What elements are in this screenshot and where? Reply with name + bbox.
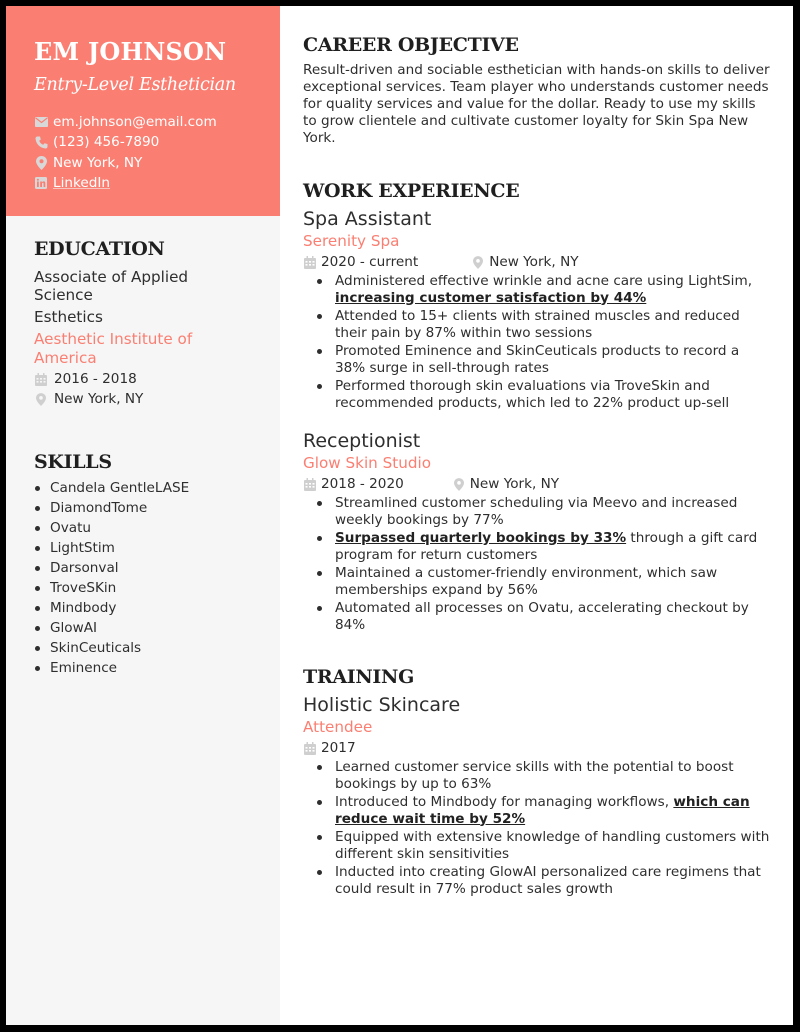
training-role: Attendee bbox=[303, 718, 373, 736]
job-company: Serenity Spa bbox=[303, 232, 400, 250]
contact-phone: (123) 456-7890 bbox=[34, 132, 280, 152]
education-heading: EDUCATION bbox=[34, 238, 165, 260]
education-school: Aesthetic Institute of America bbox=[34, 330, 193, 367]
objective-text: Result-driven and sociable esthetician w… bbox=[303, 62, 770, 146]
job-dates: 2018 - 2020 bbox=[303, 474, 404, 494]
bullet-item: Performed thorough skin evaluations via … bbox=[303, 378, 773, 411]
training-dates-text: 2017 bbox=[321, 740, 356, 756]
location-pin-icon bbox=[452, 477, 466, 491]
location-text: New York, NY bbox=[53, 154, 143, 171]
education-location: New York, NY bbox=[34, 389, 280, 409]
skill-item: DiamondTome bbox=[34, 498, 280, 518]
highlighted-achievement: which can reduce wait time by 52% bbox=[335, 794, 750, 827]
skill-item: SkinCeuticals bbox=[34, 638, 280, 658]
objective-heading: CAREER OBJECTIVE bbox=[303, 34, 519, 56]
calendar-icon bbox=[303, 477, 317, 491]
calendar-icon bbox=[34, 372, 48, 386]
phone-text: (123) 456-7890 bbox=[53, 134, 160, 151]
skill-item: Mindbody bbox=[34, 598, 280, 618]
bullet-item: Introduced to Mindbody for managing work… bbox=[303, 794, 773, 827]
calendar-icon bbox=[303, 741, 317, 755]
job-location: New York, NY bbox=[471, 252, 579, 272]
bullet-item: Equipped with extensive knowledge of han… bbox=[303, 829, 773, 862]
work-experience-heading: WORK EXPERIENCE bbox=[303, 180, 520, 202]
education-dates-text: 2016 - 2018 bbox=[54, 371, 137, 387]
job-title: Receptionist bbox=[303, 430, 421, 452]
skills-heading: SKILLS bbox=[34, 451, 112, 473]
training-title: Holistic Skincare bbox=[303, 694, 461, 716]
linkedin-link[interactable]: LinkedIn bbox=[53, 173, 110, 193]
job-entry: Receptionist Glow Skin Studio 2018 - 202… bbox=[303, 429, 793, 633]
job-meta: 2020 - current New York, NY bbox=[303, 252, 793, 272]
job-bullets: Administered effective wrinkle and acne … bbox=[303, 273, 793, 411]
bullet-item: Inducted into creating GlowAI personaliz… bbox=[303, 864, 773, 897]
job-entry: Spa Assistant Serenity Spa 2020 - curren… bbox=[303, 207, 793, 411]
job-dates: 2020 - current bbox=[303, 252, 418, 272]
linkedin-icon bbox=[34, 176, 48, 190]
job-bullets: Streamlined customer scheduling via Meev… bbox=[303, 495, 793, 633]
bullet-item: Administered effective wrinkle and acne … bbox=[303, 273, 773, 306]
bullet-item: Promoted Eminence and SkinCeuticals prod… bbox=[303, 343, 773, 376]
job-meta: 2018 - 2020 New York, NY bbox=[303, 474, 793, 494]
bullet-item: Attended to 15+ clients with strained mu… bbox=[303, 308, 773, 341]
highlighted-achievement: increasing customer satisfaction by 44% bbox=[335, 289, 647, 306]
job-location-text: New York, NY bbox=[469, 476, 560, 492]
contact-email: em.johnson@email.com bbox=[34, 112, 280, 132]
training-dates: 2017 bbox=[303, 738, 356, 758]
skill-item: Candela GentleLASE bbox=[34, 478, 280, 498]
job-location: New York, NY bbox=[452, 474, 559, 494]
education-degree: Associate of Applied Science bbox=[34, 268, 189, 304]
location-pin-icon bbox=[34, 155, 48, 170]
training-entry: Holistic Skincare Attendee 2017 Learned … bbox=[303, 693, 793, 897]
contact-location: New York, NY bbox=[34, 153, 280, 173]
job-dates-text: 2018 - 2020 bbox=[321, 476, 404, 492]
location-pin-icon bbox=[471, 255, 485, 269]
job-location-text: New York, NY bbox=[489, 254, 579, 270]
sidebar-body: EDUCATION Associate of Applied Science E… bbox=[6, 216, 280, 678]
header: EM JOHNSON Entry-Level Esthetician em.jo… bbox=[6, 6, 280, 216]
job-title: Spa Assistant bbox=[303, 208, 432, 230]
skill-item: TroveSKin bbox=[34, 578, 280, 598]
skill-item: Darsonval bbox=[34, 558, 280, 578]
skill-item: Ovatu bbox=[34, 518, 280, 538]
resume-page: EM JOHNSON Entry-Level Esthetician em.jo… bbox=[6, 6, 793, 1025]
highlighted-achievement: Surpassed quarterly bookings by 33% bbox=[335, 530, 627, 546]
email-text: em.johnson@email.com bbox=[53, 114, 217, 130]
candidate-title: Entry-Level Esthetician bbox=[34, 75, 236, 95]
education-field: Esthetics bbox=[34, 308, 103, 326]
bullet-item: Maintained a customer-friendly environme… bbox=[303, 565, 773, 598]
contact-list: em.johnson@email.com (123) 456-7890 New … bbox=[34, 112, 280, 193]
contact-linkedin[interactable]: LinkedIn bbox=[34, 173, 280, 193]
skill-item: GlowAI bbox=[34, 618, 280, 638]
skills-list: Candela GentleLASE DiamondTome Ovatu Lig… bbox=[34, 478, 280, 678]
job-company: Glow Skin Studio bbox=[303, 454, 432, 472]
sidebar: EM JOHNSON Entry-Level Esthetician em.jo… bbox=[6, 6, 280, 1025]
location-pin-icon bbox=[34, 392, 48, 406]
main-content: CAREER OBJECTIVE Result-driven and socia… bbox=[280, 6, 793, 1025]
job-dates-text: 2020 - current bbox=[321, 254, 419, 270]
phone-icon bbox=[34, 135, 48, 149]
bullet-item: Surpassed quarterly bookings by 33% thro… bbox=[303, 530, 773, 563]
bullet-item: Streamlined customer scheduling via Meev… bbox=[303, 495, 773, 528]
training-bullets: Learned customer service skills with the… bbox=[303, 759, 793, 897]
bullet-item: Automated all processes on Ovatu, accele… bbox=[303, 600, 773, 633]
education-dates: 2016 - 2018 bbox=[34, 369, 280, 389]
envelope-icon bbox=[34, 115, 48, 129]
calendar-icon bbox=[303, 255, 317, 269]
bullet-item: Learned customer service skills with the… bbox=[303, 759, 773, 792]
skill-item: LightStim bbox=[34, 538, 280, 558]
education-location-text: New York, NY bbox=[54, 391, 144, 407]
skill-item: Eminence bbox=[34, 658, 280, 678]
training-meta: 2017 bbox=[303, 738, 793, 758]
training-heading: TRAINING bbox=[303, 666, 415, 688]
candidate-name: EM JOHNSON bbox=[34, 37, 227, 66]
